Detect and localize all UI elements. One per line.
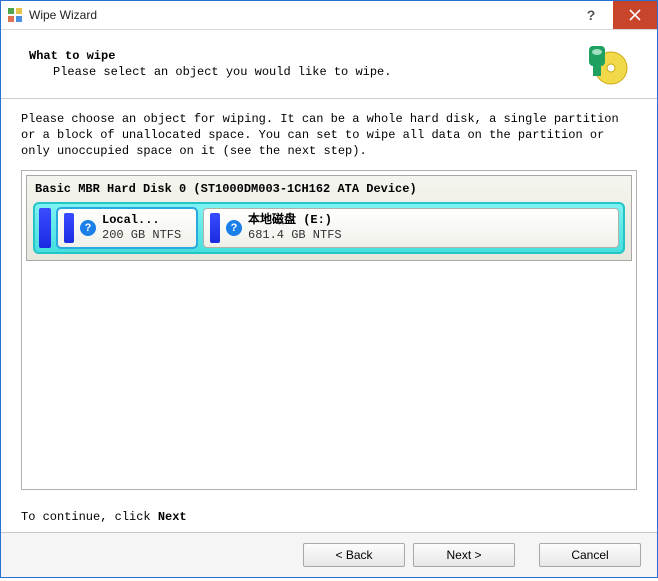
- disk-selection-box[interactable]: Basic MBR Hard Disk 0 (ST1000DM003-1CH16…: [21, 170, 637, 490]
- cancel-button[interactable]: Cancel: [539, 543, 641, 567]
- description-text: Please choose an object for wiping. It c…: [21, 111, 637, 160]
- partition-row: ? Local... 200 GB NTFS ? 本地磁盘 (E:) 681.4…: [33, 202, 625, 254]
- close-icon: [629, 9, 641, 21]
- partition-lead-bar: [210, 213, 220, 243]
- continue-bold: Next: [158, 510, 187, 524]
- partition-text: 本地磁盘 (E:) 681.4 GB NTFS: [248, 213, 342, 242]
- disk-item[interactable]: Basic MBR Hard Disk 0 (ST1000DM003-1CH16…: [26, 175, 632, 261]
- partition-lead-bar: [64, 213, 74, 243]
- disk-lead-bar: [39, 208, 51, 248]
- button-bar: < Back Next > Cancel: [1, 532, 657, 577]
- header-subtitle: Please select an object you would like t…: [53, 65, 583, 79]
- close-button[interactable]: [613, 1, 657, 29]
- back-button[interactable]: < Back: [303, 543, 405, 567]
- partition-item-0[interactable]: ? Local... 200 GB NTFS: [57, 208, 197, 248]
- partition-name: 本地磁盘 (E:): [248, 213, 342, 227]
- partition-size: 200 GB NTFS: [102, 228, 181, 242]
- app-icon: [7, 7, 23, 23]
- header-title: What to wipe: [29, 49, 583, 63]
- window-title: Wipe Wizard: [29, 8, 569, 22]
- info-icon: ?: [80, 220, 96, 236]
- continue-hint: To continue, click Next: [1, 502, 657, 532]
- disk-title: Basic MBR Hard Disk 0 (ST1000DM003-1CH16…: [35, 182, 623, 196]
- wizard-graphic-icon: [583, 40, 631, 88]
- wizard-window: Wipe Wizard ? What to wipe Please select…: [0, 0, 658, 578]
- help-button[interactable]: ?: [569, 1, 613, 29]
- continue-prefix: To continue, click: [21, 510, 158, 524]
- partition-item-1[interactable]: ? 本地磁盘 (E:) 681.4 GB NTFS: [203, 208, 619, 248]
- titlebar: Wipe Wizard ?: [1, 1, 657, 30]
- header-panel: What to wipe Please select an object you…: [1, 30, 657, 99]
- partition-text: Local... 200 GB NTFS: [102, 213, 181, 242]
- title-buttons: ?: [569, 1, 657, 29]
- partition-name: Local...: [102, 213, 181, 227]
- next-button[interactable]: Next >: [413, 543, 515, 567]
- info-icon: ?: [226, 220, 242, 236]
- partition-size: 681.4 GB NTFS: [248, 228, 342, 242]
- body-panel: Please choose an object for wiping. It c…: [1, 99, 657, 502]
- header-text: What to wipe Please select an object you…: [29, 49, 583, 79]
